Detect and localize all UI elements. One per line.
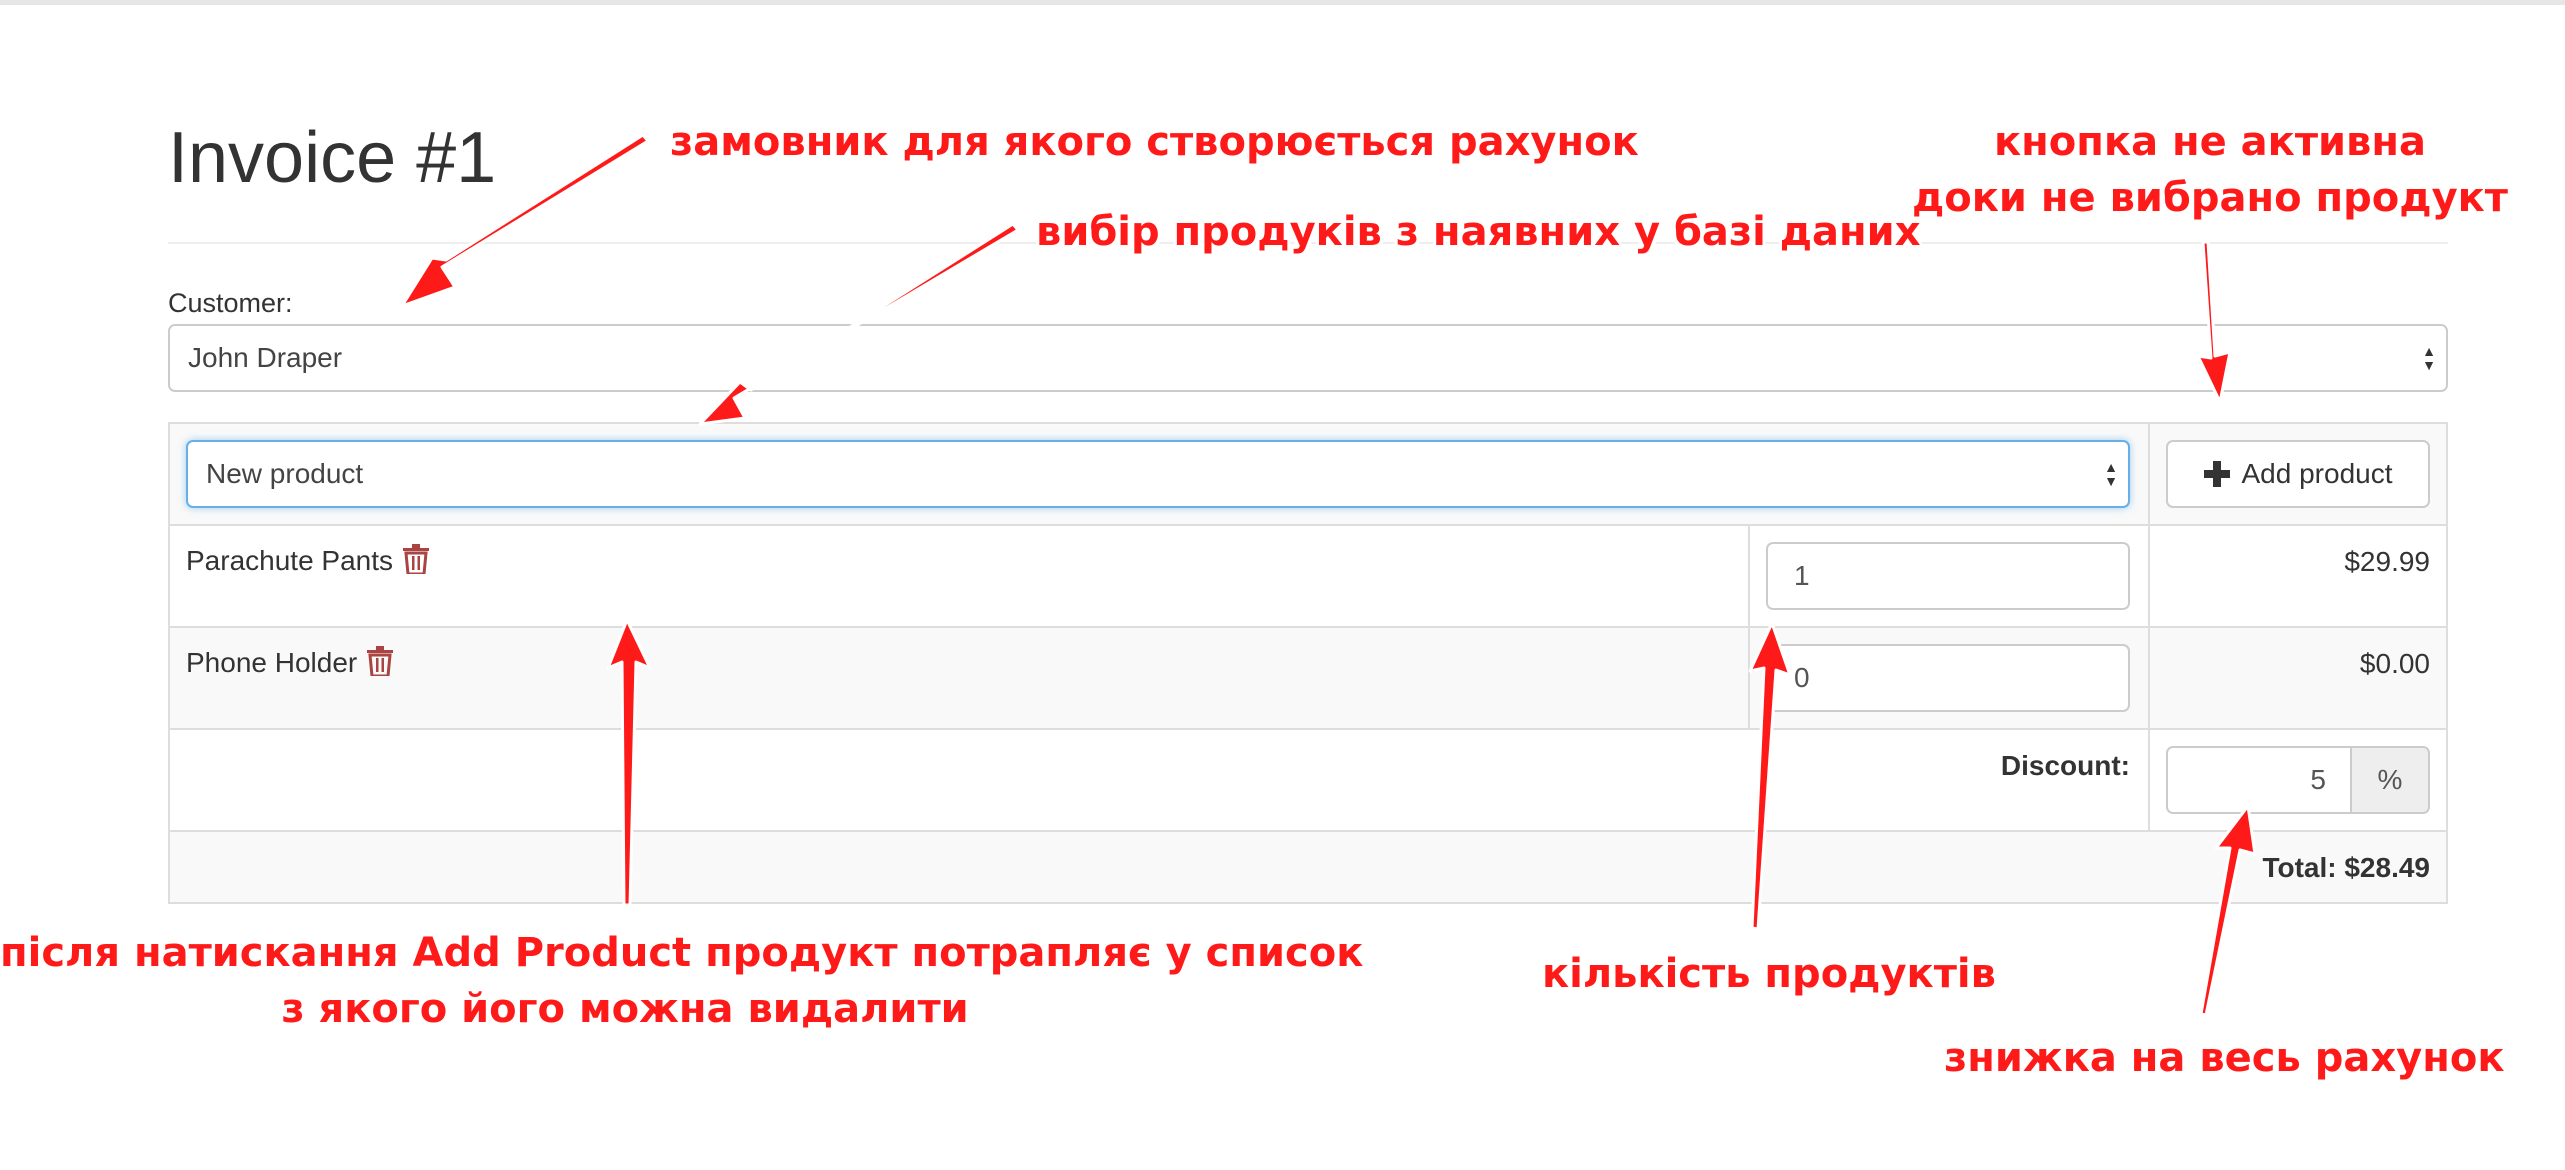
product-picker-row: New product ▲ ▼ Add product: [170, 424, 2446, 524]
customer-select-value: John Draper: [188, 342, 343, 373]
total-row: Total: $28.49: [170, 830, 2446, 902]
cell-divider: [2148, 628, 2150, 728]
quantity-value: 1: [1794, 560, 1810, 591]
annotation-line-items-line2: з якого його можна видалити: [281, 986, 969, 1032]
annotation-button-line1: кнопка не активна: [1994, 119, 2426, 165]
cell-divider: [2148, 730, 2150, 830]
quantity-input[interactable]: 1: [1766, 542, 2130, 610]
discount-row: Discount: 5 %: [170, 728, 2446, 830]
trash-icon[interactable]: [367, 646, 394, 676]
cell-divider: [2148, 526, 2150, 626]
annotation-button-line2: доки не вибрано продукт: [1912, 175, 2508, 221]
select-caret-icon: ▲ ▼: [2422, 343, 2436, 373]
discount-input[interactable]: 5: [2166, 746, 2352, 814]
product-select-value: New product: [206, 458, 364, 489]
add-product-label: Add product: [2241, 458, 2393, 489]
cell-divider: [1748, 526, 1750, 626]
discount-label: Discount:: [2000, 750, 2130, 781]
line-item-price: $0.00: [2359, 648, 2430, 679]
trash-icon[interactable]: [403, 544, 430, 574]
discount-value: 5: [2310, 764, 2326, 795]
percent-addon: %: [2352, 746, 2430, 814]
annotation-line-items: після натискання Add Product продукт пот…: [0, 925, 1364, 1037]
plus-icon: [2203, 461, 2230, 487]
line-item-row: Parachute Pants 1 $29.99: [170, 524, 2446, 626]
cell-divider: [2148, 424, 2150, 524]
annotation-product-select: вибір продуків з наявних у базі даних: [1036, 209, 1921, 255]
add-product-button[interactable]: Add product: [2166, 440, 2430, 508]
annotation-line-items-line1: після натискання Add Product продукт пот…: [0, 930, 1364, 976]
product-name: Phone Holder: [186, 647, 358, 678]
quantity-value: 0: [1794, 662, 1810, 693]
line-item-price: $29.99: [2344, 546, 2430, 577]
customer-select[interactable]: John Draper ▲ ▼: [168, 324, 2448, 392]
invoice-table: New product ▲ ▼ Add product Parachute Pan…: [168, 422, 2448, 904]
quantity-input[interactable]: 0: [1766, 644, 2130, 712]
annotation-quantity: кількість продуктів: [1542, 951, 1996, 997]
line-item-name: Parachute Pants: [186, 544, 430, 577]
product-name: Parachute Pants: [186, 545, 394, 576]
annotation-button: кнопка не активна доки не вибрано продук…: [1870, 114, 2550, 226]
total-amount: Total: $28.49: [2262, 852, 2430, 883]
line-item-name: Phone Holder: [186, 646, 394, 679]
annotation-discount: знижка на весь рахунок: [1944, 1035, 2505, 1081]
page-title: Invoice #1: [168, 118, 497, 198]
top-border: [0, 0, 2565, 5]
select-caret-icon: ▲ ▼: [2104, 459, 2118, 489]
cell-divider: [1748, 628, 1750, 728]
line-item-row: Phone Holder 0 $0.00: [170, 626, 2446, 728]
product-select[interactable]: New product ▲ ▼: [186, 440, 2130, 508]
annotation-customer: замовник для якого створюється рахунок: [670, 119, 1639, 165]
customer-label: Customer:: [168, 288, 293, 318]
